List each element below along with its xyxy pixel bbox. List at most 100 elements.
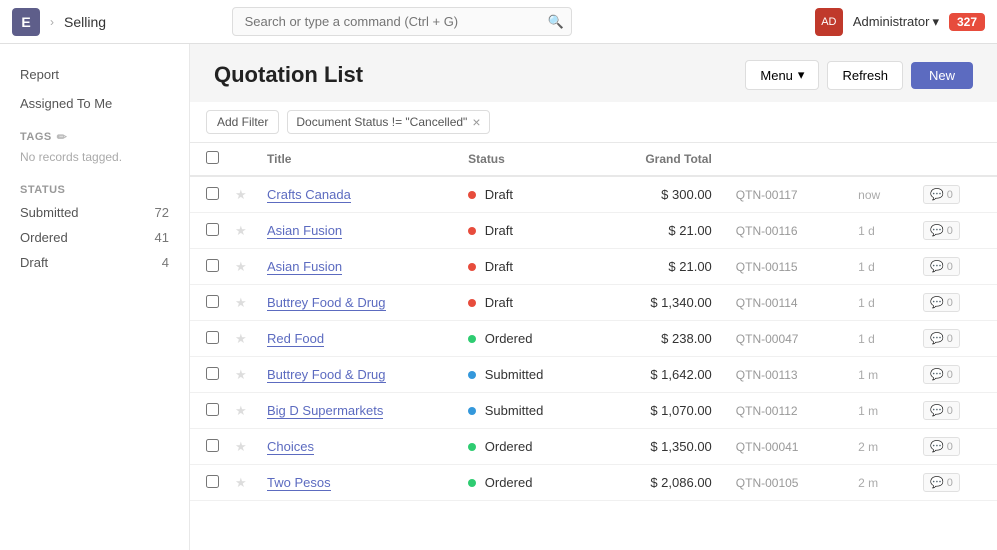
- comment-cell: 💬 0: [911, 429, 997, 465]
- comment-icon: 💬: [930, 296, 944, 309]
- star-icon[interactable]: ★: [235, 187, 247, 202]
- refresh-button[interactable]: Refresh: [827, 61, 903, 90]
- comment-button[interactable]: 💬 0: [923, 401, 960, 420]
- notification-badge[interactable]: 327: [949, 13, 985, 31]
- title-cell: Big D Supermarkets: [255, 393, 456, 429]
- star-icon[interactable]: ★: [235, 367, 247, 382]
- star-cell[interactable]: ★: [231, 213, 255, 249]
- sidebar-statuses: Submitted72Ordered41Draft4: [0, 200, 189, 275]
- star-icon[interactable]: ★: [235, 295, 247, 310]
- grand-total-cell: $ 1,642.00: [596, 357, 724, 393]
- comment-button[interactable]: 💬 0: [923, 329, 960, 348]
- row-checkbox[interactable]: [206, 403, 219, 416]
- star-cell[interactable]: ★: [231, 249, 255, 285]
- star-cell[interactable]: ★: [231, 285, 255, 321]
- grand-total-cell: $ 21.00: [596, 249, 724, 285]
- quotation-title-link[interactable]: Asian Fusion: [267, 223, 342, 239]
- star-cell[interactable]: ★: [231, 321, 255, 357]
- comment-button[interactable]: 💬 0: [923, 365, 960, 384]
- status-dot: [468, 371, 476, 379]
- comment-button[interactable]: 💬 0: [923, 437, 960, 456]
- tags-note: No records tagged.: [0, 148, 189, 172]
- comment-icon: 💬: [930, 260, 944, 273]
- star-icon[interactable]: ★: [235, 403, 247, 418]
- search-input[interactable]: [232, 7, 572, 36]
- title-cell: Choices: [255, 429, 456, 465]
- title-header[interactable]: Title: [255, 143, 456, 176]
- star-icon[interactable]: ★: [235, 223, 247, 238]
- status-dot: [468, 479, 476, 487]
- time-cell: 1 m: [846, 393, 911, 429]
- quotation-id-cell: QTN-00047: [724, 321, 846, 357]
- status-cell: Draft: [456, 249, 596, 285]
- row-checkbox[interactable]: [206, 259, 219, 272]
- quotation-title-link[interactable]: Buttrey Food & Drug: [267, 295, 386, 311]
- row-checkbox[interactable]: [206, 187, 219, 200]
- new-button[interactable]: New: [911, 62, 973, 89]
- menu-button[interactable]: Menu ▾: [745, 60, 819, 90]
- sidebar-status-ordered[interactable]: Ordered41: [0, 225, 189, 250]
- quotation-title-link[interactable]: Crafts Canada: [267, 187, 351, 203]
- avatar: AD: [815, 8, 843, 36]
- comment-count: 0: [947, 297, 953, 309]
- star-cell[interactable]: ★: [231, 176, 255, 213]
- select-all-checkbox[interactable]: [206, 151, 219, 164]
- comment-button[interactable]: 💬 0: [923, 257, 960, 276]
- module-name[interactable]: Selling: [64, 14, 106, 30]
- quotation-title-link[interactable]: Red Food: [267, 331, 324, 347]
- table-row: ★ Red Food Ordered $ 238.00 QTN-00047 1 …: [190, 321, 997, 357]
- row-checkbox[interactable]: [206, 295, 219, 308]
- star-icon[interactable]: ★: [235, 259, 247, 274]
- comment-cell: 💬 0: [911, 321, 997, 357]
- row-checkbox[interactable]: [206, 439, 219, 452]
- admin-label[interactable]: Administrator ▾: [853, 14, 939, 30]
- status-dot: [468, 263, 476, 271]
- comment-button[interactable]: 💬 0: [923, 473, 960, 492]
- row-checkbox[interactable]: [206, 475, 219, 488]
- app-logo[interactable]: E: [12, 8, 40, 36]
- star-icon[interactable]: ★: [235, 475, 247, 490]
- status-label: Ordered: [485, 331, 533, 346]
- status-header[interactable]: Status: [456, 143, 596, 176]
- grand-total-cell: $ 21.00: [596, 213, 724, 249]
- star-cell[interactable]: ★: [231, 429, 255, 465]
- tags-edit-icon[interactable]: ✏: [57, 130, 68, 144]
- title-cell: Red Food: [255, 321, 456, 357]
- quotation-title-link[interactable]: Two Pesos: [267, 475, 331, 491]
- comment-button[interactable]: 💬 0: [923, 221, 960, 240]
- status-label: Draft: [485, 295, 513, 310]
- comment-icon: 💬: [930, 368, 944, 381]
- add-filter-button[interactable]: Add Filter: [206, 110, 279, 134]
- star-cell[interactable]: ★: [231, 357, 255, 393]
- quotation-title-link[interactable]: Buttrey Food & Drug: [267, 367, 386, 383]
- status-label: Submitted: [485, 403, 544, 418]
- star-icon[interactable]: ★: [235, 439, 247, 454]
- sidebar-item-report[interactable]: Report: [0, 60, 189, 89]
- sidebar-item-assigned[interactable]: Assigned To Me: [0, 89, 189, 118]
- row-checkbox[interactable]: [206, 367, 219, 380]
- table-row: ★ Two Pesos Ordered $ 2,086.00 QTN-00105…: [190, 465, 997, 501]
- grand-total-header[interactable]: Grand Total: [596, 143, 724, 176]
- quotation-title-link[interactable]: Choices: [267, 439, 314, 455]
- time-cell: 1 d: [846, 285, 911, 321]
- star-icon[interactable]: ★: [235, 331, 247, 346]
- comment-button[interactable]: 💬 0: [923, 185, 960, 204]
- comment-count: 0: [947, 405, 953, 417]
- comment-button[interactable]: 💬 0: [923, 293, 960, 312]
- quotation-title-link[interactable]: Asian Fusion: [267, 259, 342, 275]
- star-cell[interactable]: ★: [231, 393, 255, 429]
- status-dot: [468, 299, 476, 307]
- comment-cell: 💬 0: [911, 465, 997, 501]
- sidebar-status-submitted[interactable]: Submitted72: [0, 200, 189, 225]
- sidebar-status-draft[interactable]: Draft4: [0, 250, 189, 275]
- row-checkbox[interactable]: [206, 331, 219, 344]
- table-row: ★ Asian Fusion Draft $ 21.00 QTN-00115 1…: [190, 249, 997, 285]
- remove-filter-button[interactable]: ×: [472, 114, 480, 130]
- quotation-title-link[interactable]: Big D Supermarkets: [267, 403, 383, 419]
- row-checkbox[interactable]: [206, 223, 219, 236]
- status-cell: Ordered: [456, 465, 596, 501]
- quotation-id-cell: QTN-00117: [724, 176, 846, 213]
- star-cell[interactable]: ★: [231, 465, 255, 501]
- grand-total-cell: $ 1,070.00: [596, 393, 724, 429]
- select-all-header[interactable]: [190, 143, 231, 176]
